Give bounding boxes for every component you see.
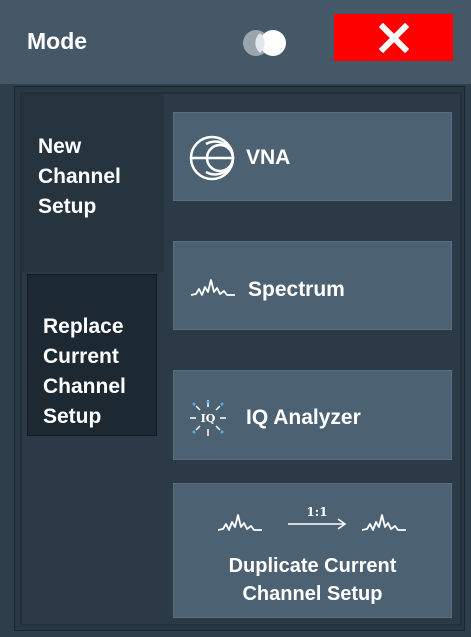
- spectrum-button[interactable]: Spectrum: [173, 241, 452, 330]
- tab-label-line: Replace: [43, 315, 124, 338]
- tab-label-line: New: [38, 135, 82, 158]
- iq-analyzer-icon: IQ: [190, 400, 226, 436]
- ratio-label: 1:1: [306, 505, 327, 519]
- toggle-circles-icon[interactable]: [236, 26, 296, 60]
- duplicate-label-line: Duplicate Current: [228, 555, 397, 577]
- tab-new-channel-setup[interactable]: New Channel Setup: [22, 94, 164, 272]
- vna-label: VNA: [246, 146, 291, 169]
- iq-analyzer-button[interactable]: IQ IQ Analyzer: [173, 370, 452, 460]
- close-x-icon: [378, 22, 409, 53]
- vna-button[interactable]: VNA: [173, 112, 452, 201]
- svg-text:IQ: IQ: [201, 412, 216, 425]
- duplicate-spectrum-icon: 1:1: [217, 505, 406, 531]
- tab-label-line: Current: [43, 345, 119, 368]
- duplicate-label: Duplicate Current Channel Setup: [174, 552, 451, 608]
- smith-chart-icon: [189, 135, 235, 181]
- iq-analyzer-label: IQ Analyzer: [246, 406, 361, 429]
- tab-label-line: Channel: [38, 165, 121, 188]
- duplicate-label-line: Channel Setup: [242, 583, 383, 605]
- tab-label-line: Setup: [43, 405, 102, 428]
- title-bar: Mode: [0, 0, 471, 84]
- spectrum-trace-icon: [190, 279, 235, 296]
- dialog-title: Mode: [27, 28, 88, 54]
- spectrum-label: Spectrum: [248, 278, 345, 301]
- mode-dialog: Mode New Channel Setup Replace Current C…: [0, 0, 471, 637]
- tab-label-line: Setup: [38, 195, 97, 218]
- close-button[interactable]: [334, 14, 453, 61]
- duplicate-current-channel-setup-button[interactable]: 1:1 Duplicate Current Channel Setup: [173, 483, 452, 618]
- tab-label-line: Channel: [43, 375, 126, 398]
- tab-replace-current-channel-setup[interactable]: Replace Current Channel Setup: [27, 274, 157, 436]
